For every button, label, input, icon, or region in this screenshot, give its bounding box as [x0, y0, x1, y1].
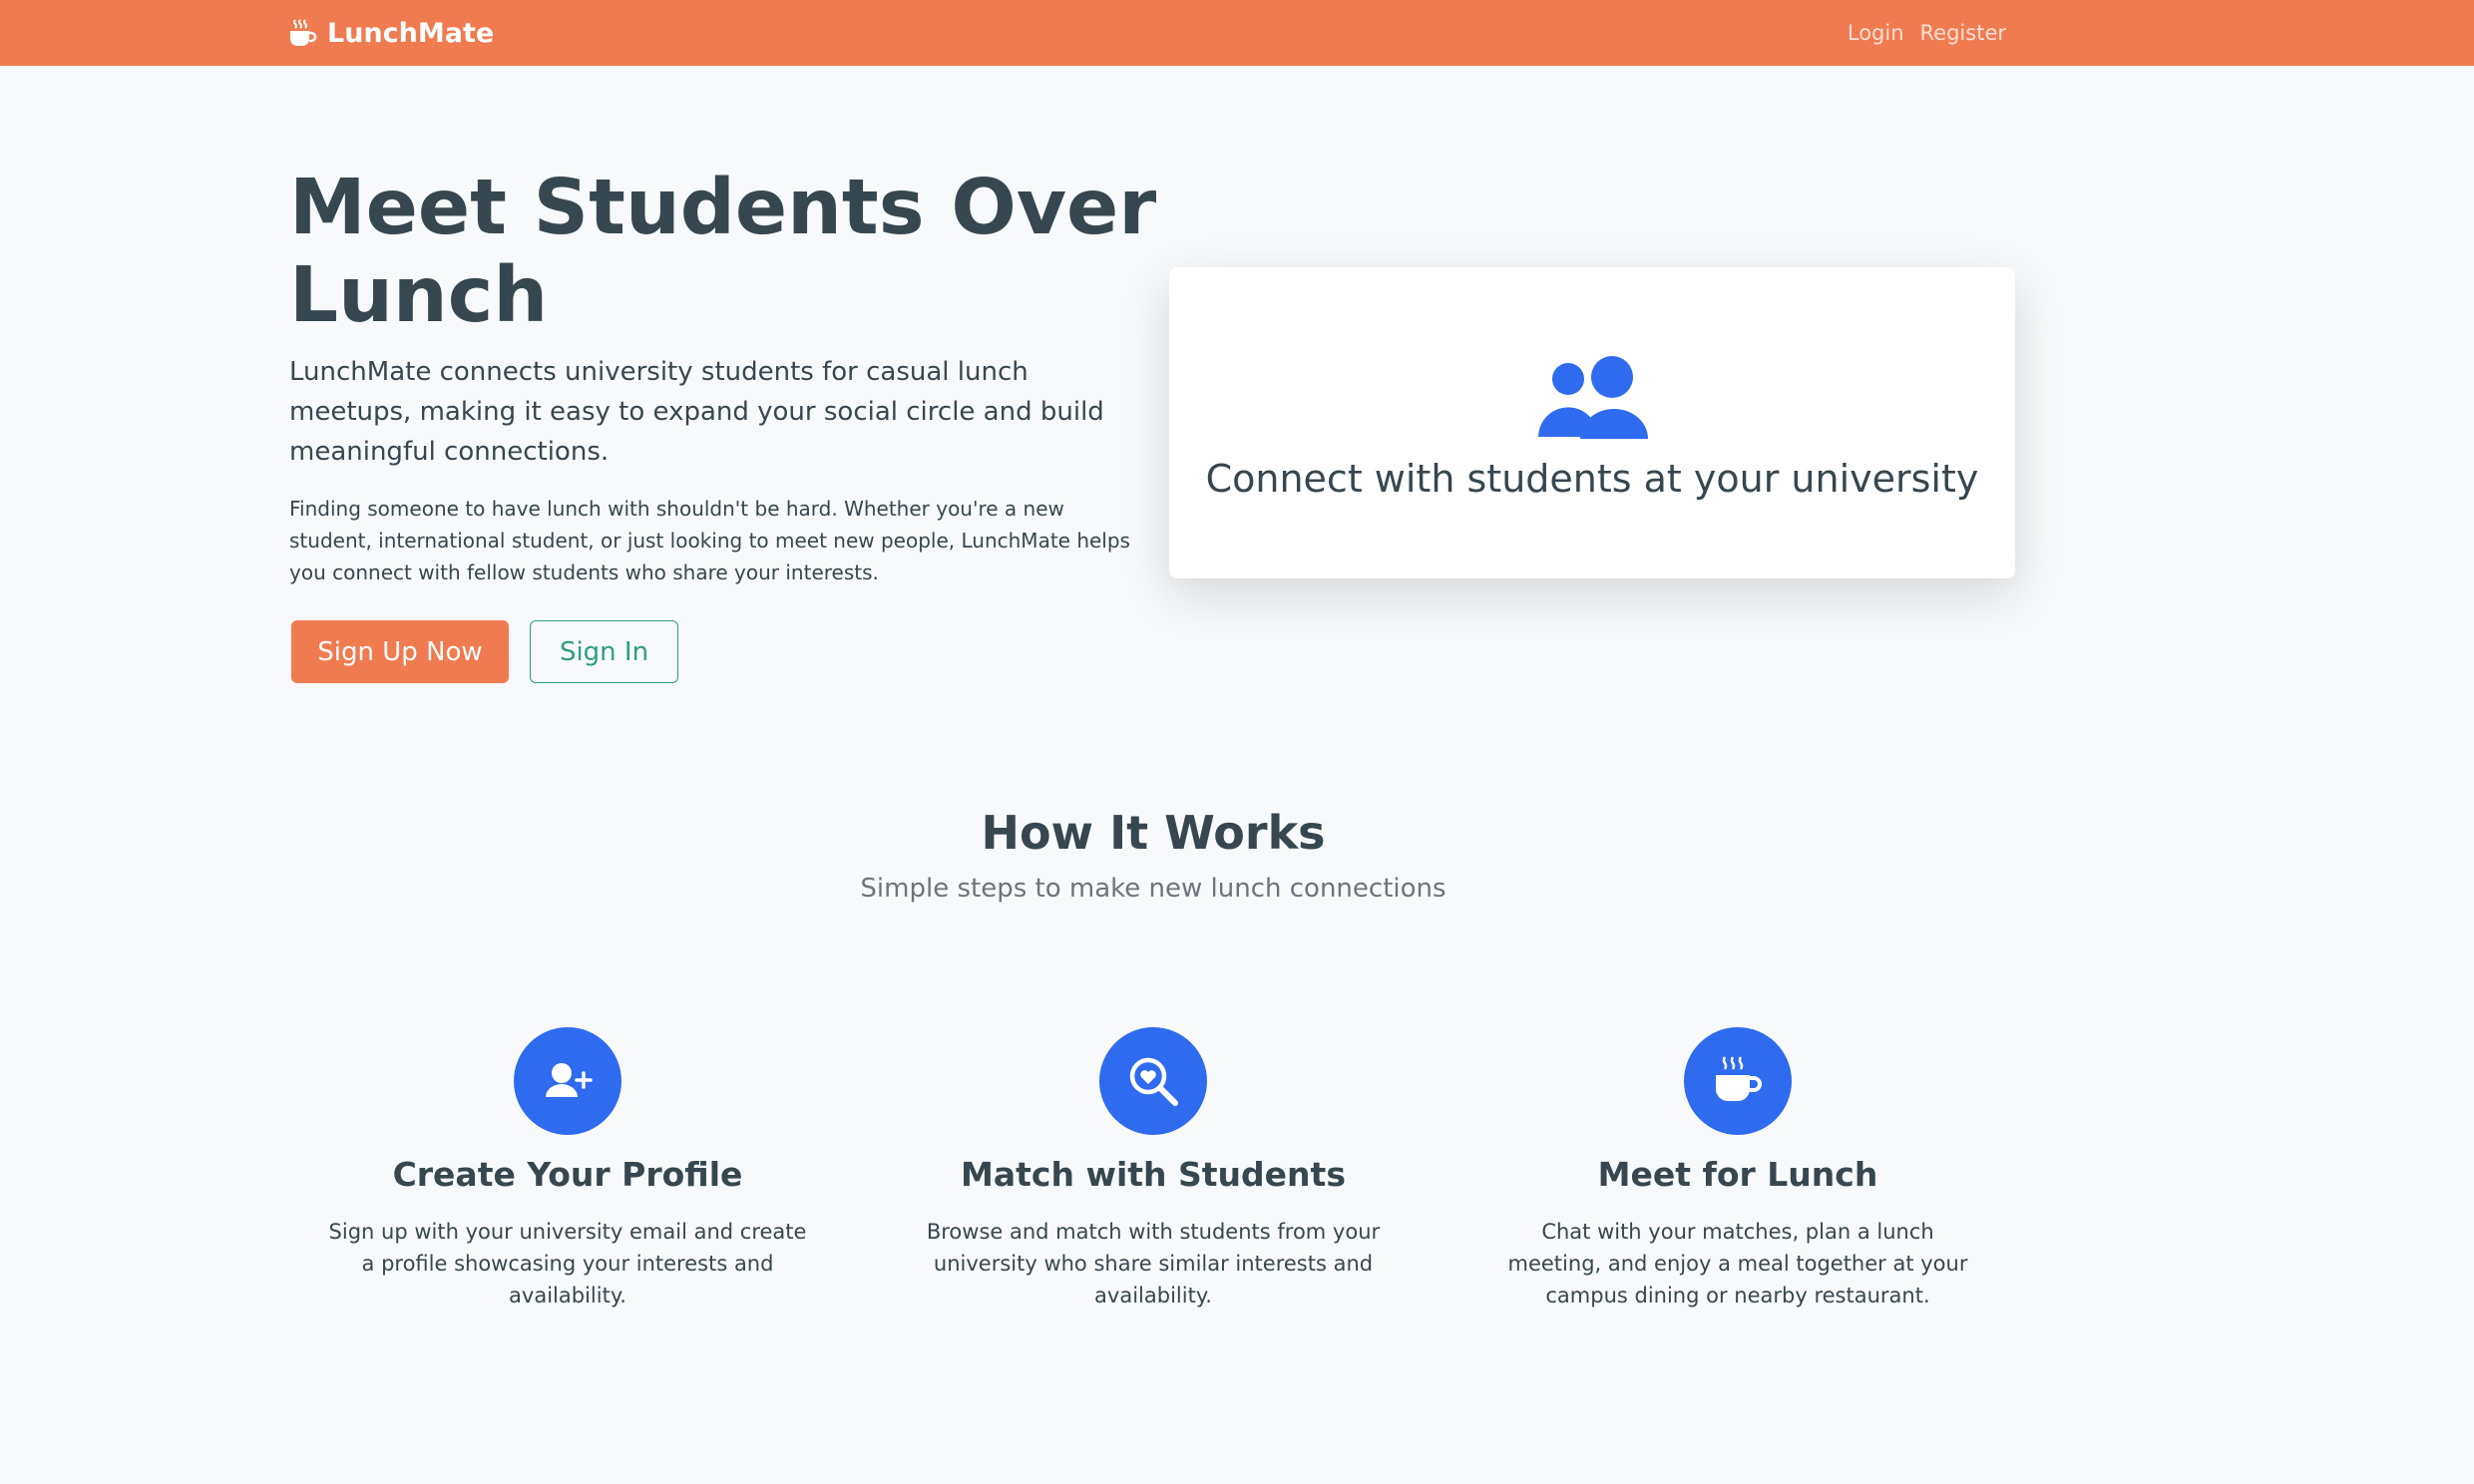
coffee-cup-icon [1716, 1056, 1762, 1101]
hero-text: Finding someone to have lunch with shoul… [289, 497, 1130, 584]
step-icon-circle [1684, 1027, 1792, 1135]
step-title: Meet for Lunch [1597, 1155, 1878, 1194]
step-title: Create Your Profile [392, 1155, 743, 1194]
step-match-students: Match with Students Browse and match wit… [894, 1027, 1413, 1311]
sign-in-button[interactable]: Sign In [530, 620, 678, 683]
step-icon-circle [1099, 1027, 1207, 1135]
step-icon-circle [514, 1027, 621, 1135]
step-description: Chat with your matches, plan a lunch mee… [1507, 1220, 1968, 1307]
step-create-profile: Create Your Profile Sign up with your un… [308, 1027, 827, 1311]
step-description: Browse and match with students from your… [926, 1220, 1381, 1307]
brand-name: LunchMate [327, 17, 495, 49]
sign-up-button[interactable]: Sign Up Now [291, 620, 509, 683]
register-link[interactable]: Register [1920, 21, 2006, 45]
step-description: Sign up with your university email and c… [328, 1220, 807, 1307]
nav-links: Login Register [1848, 12, 2006, 54]
section-title: How It Works [981, 806, 1326, 860]
section-subtitle: Simple steps to make new lunch connectio… [860, 874, 1446, 904]
navbar: LunchMate Login Register [0, 0, 2474, 66]
card-caption: Connect with students at your university [1205, 457, 1979, 501]
hero-title: Meet Students Over Lunch [289, 164, 1157, 340]
user-plus-icon [546, 1063, 593, 1097]
brand-link[interactable]: LunchMate [289, 12, 494, 54]
coffee-cup-icon [290, 19, 317, 46]
step-title: Match with Students [961, 1155, 1346, 1194]
search-heart-icon [1129, 1057, 1178, 1106]
hero-card: Connect with students at your university [1169, 267, 2015, 578]
hero-lead: LunchMate connects university students f… [289, 357, 1104, 467]
login-link[interactable]: Login [1848, 21, 1904, 45]
step-meet-lunch: Meet for Lunch Chat with your matches, p… [1478, 1027, 1997, 1311]
users-icon [1538, 356, 1648, 439]
